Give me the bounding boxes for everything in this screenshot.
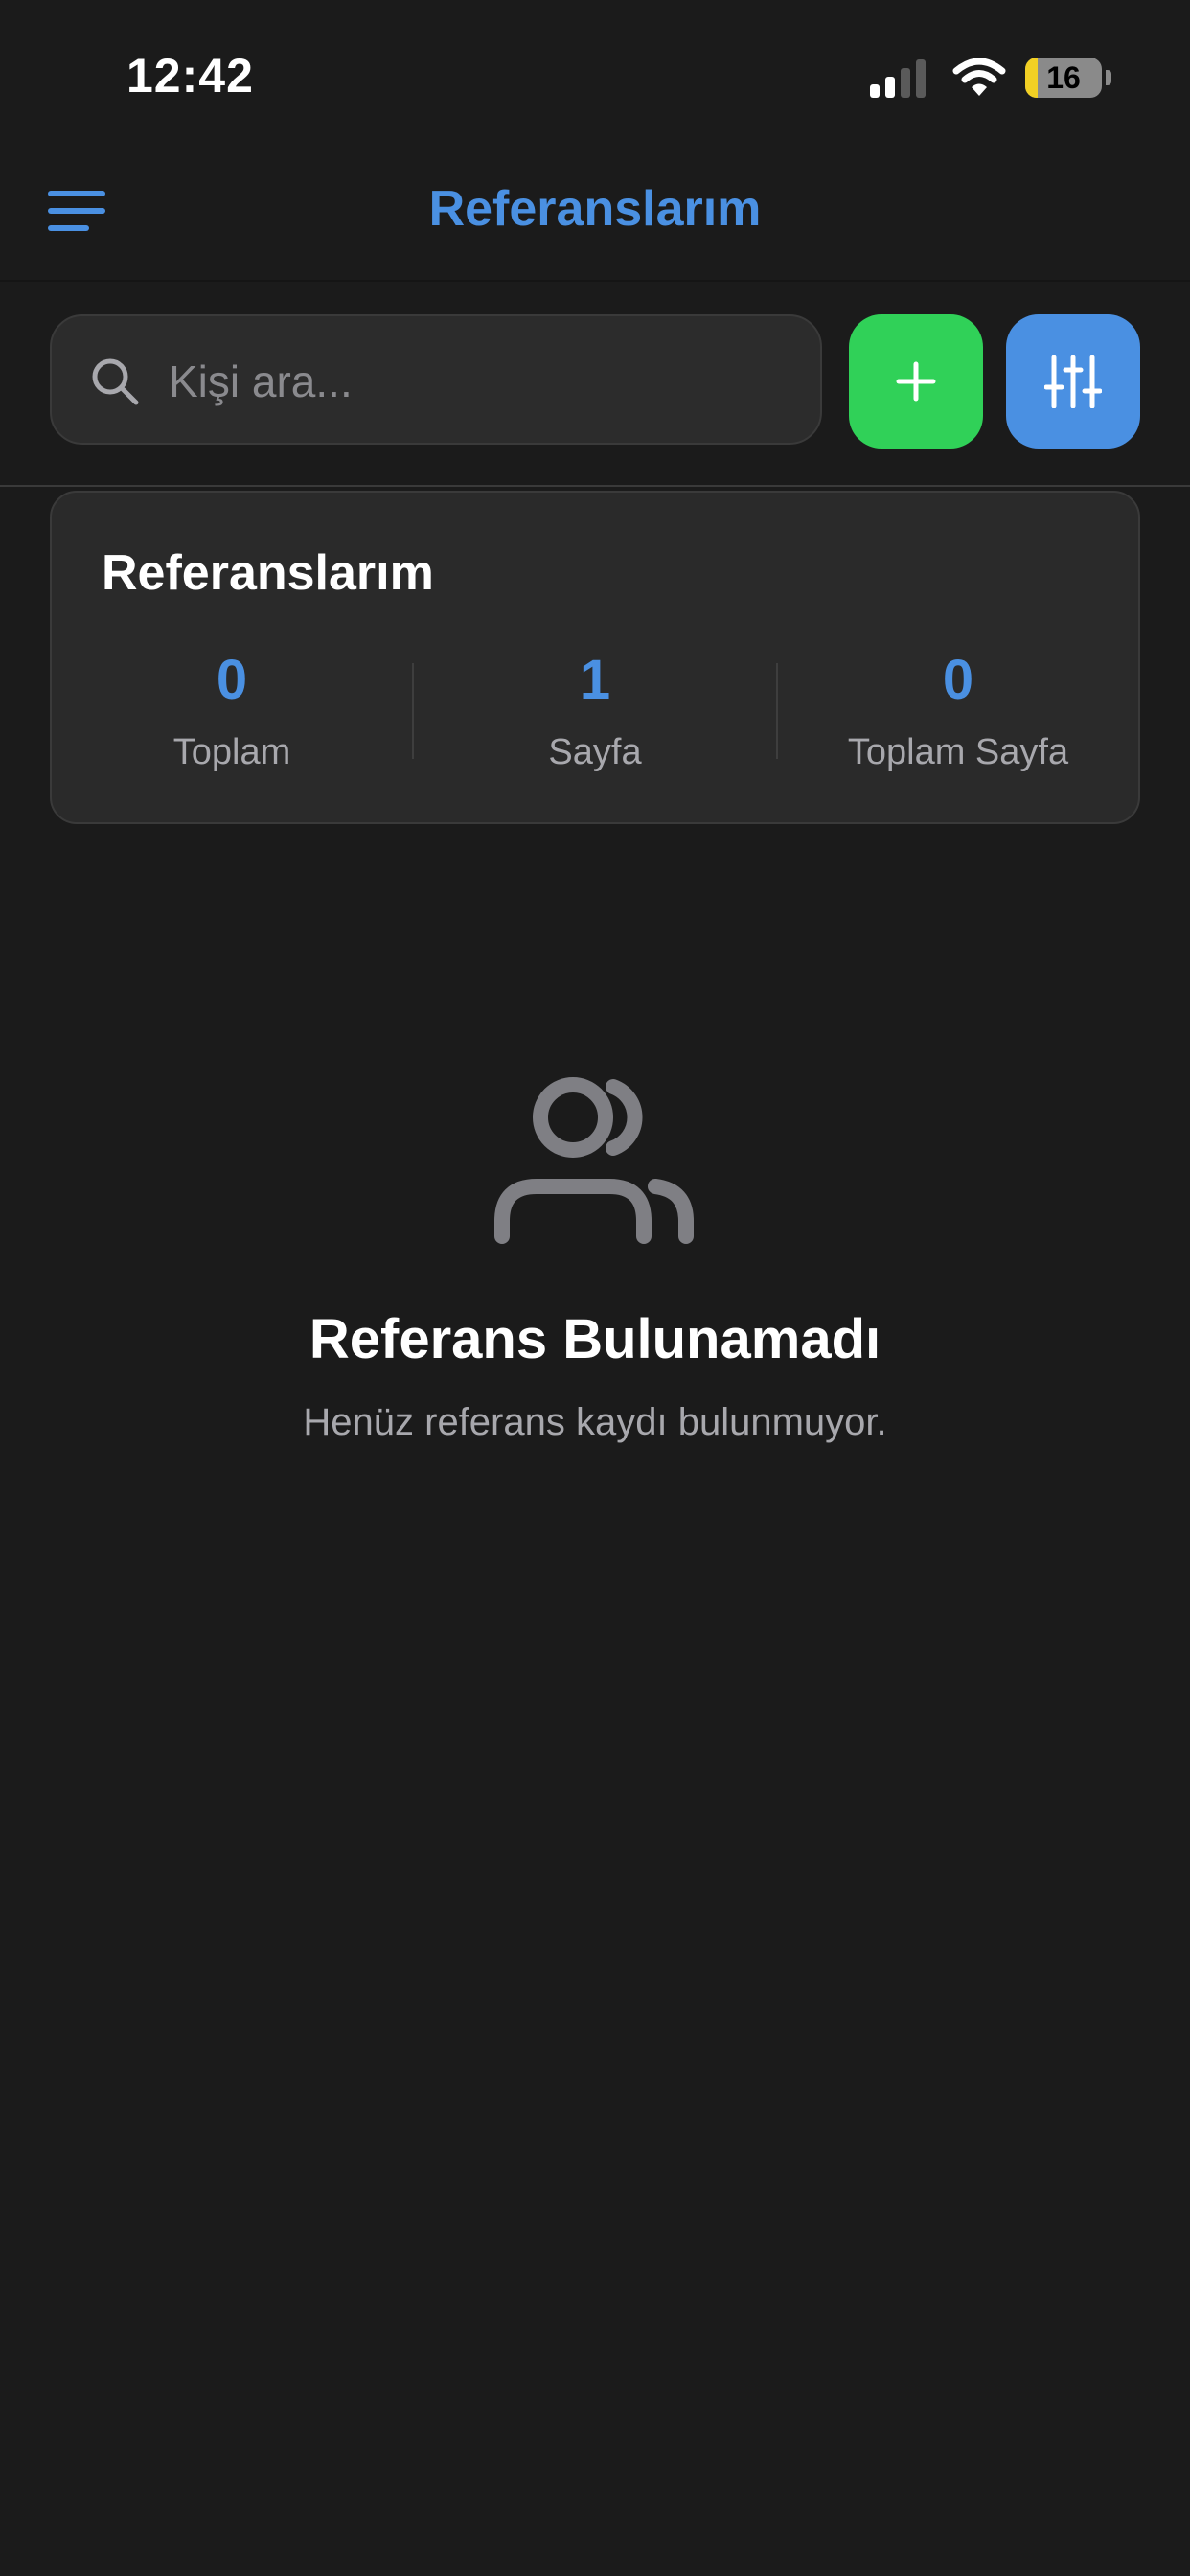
stat-total-pages-label: Toplam Sayfa: [847, 732, 1069, 772]
battery-level-text: 16: [1046, 59, 1081, 95]
battery-nub: [1106, 70, 1111, 85]
stat-page-value: 1: [579, 649, 611, 711]
filter-button[interactable]: [1006, 314, 1140, 448]
stat-total-pages-value: 0: [942, 649, 974, 711]
search-icon: [92, 358, 139, 405]
summary-title: Referanslarım: [102, 545, 434, 601]
signal-icon: [870, 59, 926, 98]
wifi-icon: [952, 58, 1006, 96]
search-input[interactable]: [167, 337, 803, 426]
status-time: 12:42: [126, 49, 254, 103]
add-button[interactable]: [849, 314, 983, 448]
stat-total-value: 0: [216, 649, 248, 711]
empty-state-subtitle: Henüz referans kaydı bulunmuyor.: [303, 1401, 887, 1443]
page-title: Referanslarım: [428, 181, 762, 237]
battery-icon: 16: [1025, 58, 1102, 98]
empty-state-title: Referans Bulunamadı: [309, 1308, 881, 1370]
users-icon: [494, 1077, 694, 1244]
toolbar-divider: [0, 485, 1190, 487]
stat-total-label: Toplam: [172, 732, 291, 772]
plus-icon: [896, 361, 936, 402]
stat-page-label: Sayfa: [548, 732, 642, 772]
sliders-icon: [1044, 355, 1102, 408]
